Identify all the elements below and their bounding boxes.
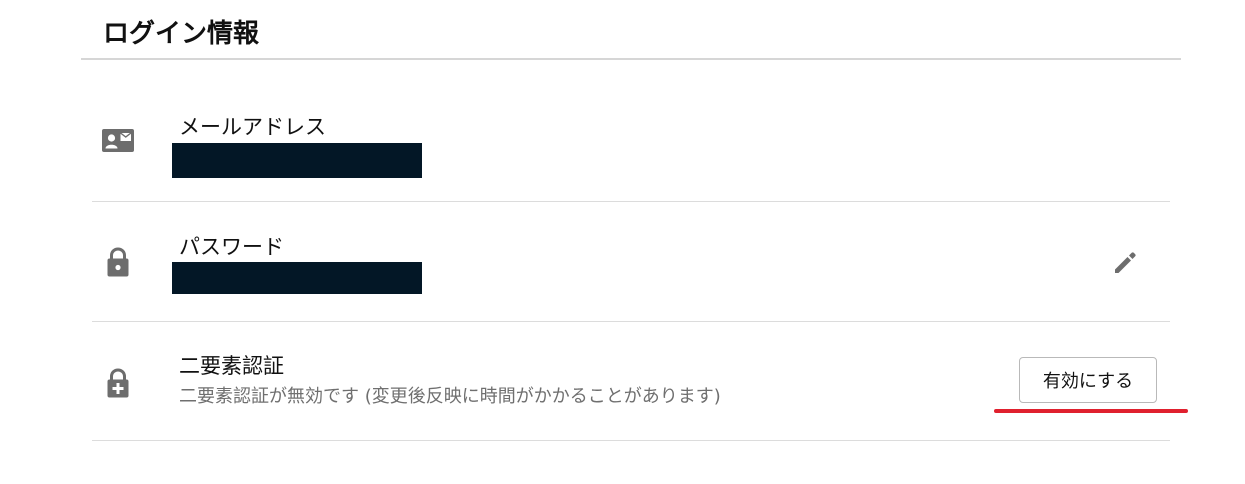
login-info-page: ログイン情報 メールアドレス パスワード 二要素認証 二要素認証が無効です (変… <box>0 0 1245 484</box>
section-title: ログイン情報 <box>103 19 260 49</box>
lock-plus-icon <box>101 366 135 400</box>
two-factor-status: 二要素認証が無効です (変更後反映に時間がかかることがあります) <box>179 386 721 407</box>
password-label: パスワード <box>179 235 284 259</box>
password-row: パスワード <box>92 202 1170 322</box>
title-divider <box>81 58 1181 60</box>
enable-two-factor-button[interactable]: 有効にする <box>1019 357 1157 403</box>
pencil-icon <box>1115 252 1136 273</box>
two-factor-label: 二要素認証 <box>179 354 284 378</box>
edit-password-button[interactable] <box>1110 246 1142 278</box>
highlight-underline <box>994 409 1188 413</box>
password-value-redacted <box>172 262 422 294</box>
two-factor-row: 二要素認証 二要素認証が無効です (変更後反映に時間がかかることがあります) 有… <box>92 322 1188 441</box>
email-label: メールアドレス <box>179 115 326 139</box>
email-value-redacted <box>172 143 422 178</box>
email-row: メールアドレス <box>92 88 1170 202</box>
contact-card-icon <box>101 124 135 158</box>
lock-icon <box>101 245 135 279</box>
